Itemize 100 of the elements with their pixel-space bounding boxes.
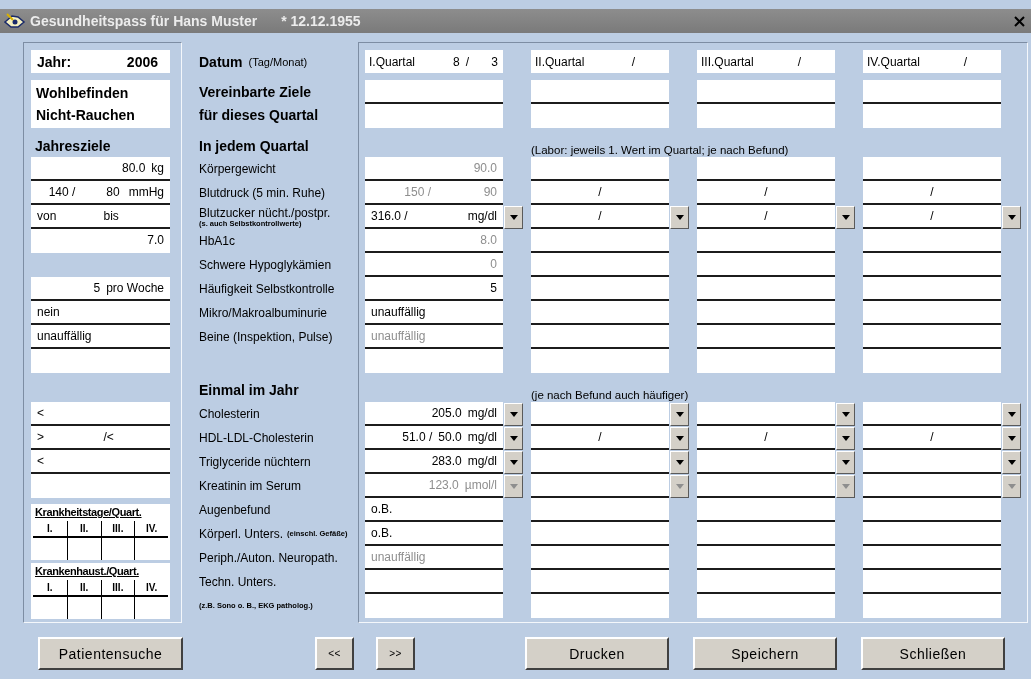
target-field[interactable]: nein (31, 301, 170, 325)
action-button[interactable]: << (315, 637, 354, 670)
value-field[interactable] (697, 570, 835, 594)
value-field[interactable]: / (531, 205, 669, 229)
value-field[interactable] (697, 546, 835, 570)
value-field[interactable]: / (863, 205, 1001, 229)
value-field[interactable]: o.B. (365, 522, 503, 546)
value-field[interactable] (863, 157, 1001, 181)
value-field[interactable] (863, 522, 1001, 546)
action-button[interactable]: Drucken (525, 637, 669, 670)
value-field[interactable] (863, 229, 1001, 253)
value-field[interactable]: 0 (365, 253, 503, 277)
dropdown-button[interactable] (1002, 205, 1021, 229)
value-field[interactable] (531, 570, 669, 594)
month-field[interactable] (639, 50, 669, 73)
target-field[interactable]: 7.0 (31, 229, 170, 253)
value-field[interactable]: 316.0 / mg/dl (365, 205, 503, 229)
goal-field[interactable] (531, 80, 669, 104)
goal-field[interactable] (863, 80, 1001, 104)
value-field[interactable]: / (863, 181, 1001, 205)
value-field[interactable] (531, 522, 669, 546)
target-field[interactable] (31, 474, 170, 498)
value-field[interactable] (531, 229, 669, 253)
value-field[interactable]: / (531, 426, 669, 450)
month-field[interactable]: 3 (473, 50, 503, 73)
value-field[interactable] (863, 402, 1001, 426)
dropdown-button[interactable] (504, 402, 523, 426)
dropdown-button[interactable] (836, 426, 855, 450)
value-field[interactable]: / (531, 181, 669, 205)
value-field[interactable] (697, 450, 835, 474)
dropdown-button[interactable] (1002, 426, 1021, 450)
value-field[interactable] (863, 474, 1001, 498)
value-field[interactable]: / (697, 205, 835, 229)
value-field[interactable]: unauffällig (365, 301, 503, 325)
value-field[interactable] (531, 450, 669, 474)
dropdown-button[interactable] (670, 450, 689, 474)
value-field[interactable]: / (697, 426, 835, 450)
value-field[interactable]: 283.0 mg/dl (365, 450, 503, 474)
value-field[interactable]: / (863, 426, 1001, 450)
close-button[interactable] (1011, 13, 1027, 29)
value-field[interactable] (863, 325, 1001, 349)
target-field[interactable] (31, 349, 170, 373)
value-field[interactable] (863, 546, 1001, 570)
action-button[interactable]: Schließen (861, 637, 1005, 670)
action-button[interactable]: Patientensuche (38, 637, 183, 670)
dropdown-button[interactable] (836, 205, 855, 229)
dropdown-button[interactable] (670, 402, 689, 426)
action-button[interactable]: Speichern (693, 637, 837, 670)
target-field[interactable]: < (31, 450, 170, 474)
value-field[interactable] (531, 277, 669, 301)
target-field[interactable]: > /< (31, 426, 170, 450)
dropdown-button[interactable] (670, 426, 689, 450)
target-field[interactable]: von bis (31, 205, 170, 229)
value-field[interactable] (697, 277, 835, 301)
value-field[interactable]: / (697, 181, 835, 205)
value-field[interactable] (697, 253, 835, 277)
dropdown-button[interactable] (670, 205, 689, 229)
value-field[interactable] (697, 522, 835, 546)
target-field[interactable]: 5 pro Woche (31, 277, 170, 301)
value-field[interactable] (531, 325, 669, 349)
value-field[interactable]: 205.0 mg/dl (365, 402, 503, 426)
dropdown-button[interactable] (504, 426, 523, 450)
month-field[interactable] (971, 50, 1001, 73)
value-field[interactable] (863, 570, 1001, 594)
value-field[interactable] (365, 570, 503, 594)
dropdown-button[interactable] (504, 450, 523, 474)
goal-field[interactable] (365, 80, 503, 104)
value-field[interactable] (531, 402, 669, 426)
value-field[interactable] (531, 498, 669, 522)
value-field[interactable] (863, 277, 1001, 301)
value-field[interactable] (863, 301, 1001, 325)
dropdown-button[interactable] (504, 205, 523, 229)
value-field[interactable] (697, 301, 835, 325)
target-field[interactable]: unauffällig (31, 325, 170, 349)
value-field[interactable] (863, 450, 1001, 474)
value-field[interactable] (863, 253, 1001, 277)
value-field[interactable] (531, 157, 669, 181)
goal-field[interactable] (697, 80, 835, 104)
dropdown-button[interactable] (836, 450, 855, 474)
value-field[interactable] (531, 474, 669, 498)
target-field[interactable]: 80.0 kg (31, 157, 170, 181)
value-field[interactable] (531, 546, 669, 570)
value-field[interactable] (863, 498, 1001, 522)
value-field[interactable]: 5 (365, 277, 503, 301)
day-field[interactable]: 8 / (427, 50, 473, 73)
dropdown-button[interactable] (1002, 402, 1021, 426)
dropdown-button[interactable] (1002, 450, 1021, 474)
value-field[interactable] (531, 301, 669, 325)
value-field[interactable] (697, 474, 835, 498)
value-field[interactable]: 51.0 / 50.0 mg/dl (365, 426, 503, 450)
day-field[interactable]: / (593, 50, 639, 73)
value-field[interactable] (697, 229, 835, 253)
day-field[interactable]: / (925, 50, 971, 73)
target-field[interactable]: < (31, 402, 170, 426)
target-field[interactable]: 140 / 80 mmHg (31, 181, 170, 205)
month-field[interactable] (805, 50, 835, 73)
value-field[interactable]: 90.0 (365, 157, 503, 181)
value-field[interactable] (531, 253, 669, 277)
value-field[interactable]: o.B. (365, 498, 503, 522)
dropdown-button[interactable] (836, 402, 855, 426)
